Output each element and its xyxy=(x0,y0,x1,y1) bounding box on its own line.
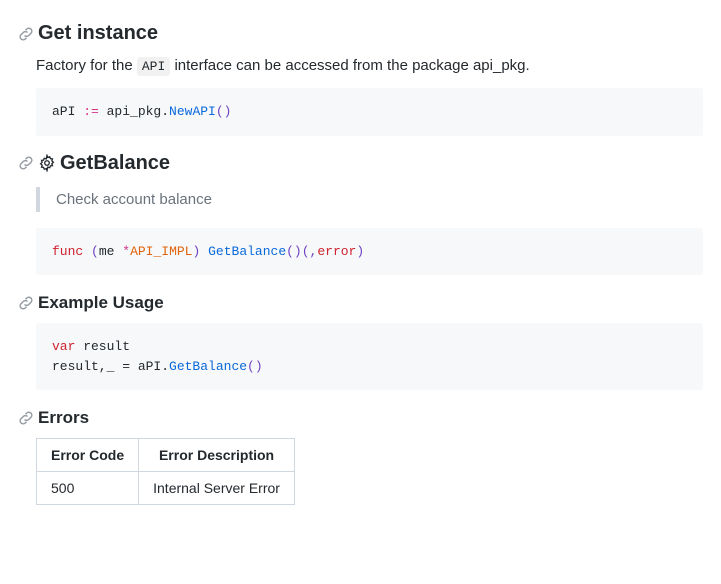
cell-error-desc: Internal Server Error xyxy=(139,472,295,505)
col-error-code: Error Code xyxy=(37,439,139,472)
table-header-row: Error Code Error Description xyxy=(37,439,295,472)
table-row: 500 Internal Server Error xyxy=(37,472,295,505)
section-get-instance-heading: Get instance xyxy=(18,22,703,45)
section-example-usage-heading: Example Usage xyxy=(18,293,703,313)
section-title: Errors xyxy=(38,408,89,428)
section-title: GetBalance xyxy=(60,152,170,175)
code-block-example-usage: var result result,_ = aPI.GetBalance() xyxy=(36,323,703,390)
gear-icon xyxy=(38,154,56,172)
link-icon[interactable] xyxy=(18,295,34,311)
inline-code-api: API xyxy=(137,57,170,76)
errors-table: Error Code Error Description 500 Interna… xyxy=(36,438,295,505)
section-errors-heading: Errors xyxy=(18,408,703,428)
get-instance-description: Factory for the API interface can be acc… xyxy=(36,57,703,74)
section-title: Example Usage xyxy=(38,293,164,313)
col-error-desc: Error Description xyxy=(139,439,295,472)
cell-error-code: 500 xyxy=(37,472,139,505)
link-icon[interactable] xyxy=(18,410,34,426)
code-block-getbalance-sig: func (me *API_IMPL) GetBalance()(,error) xyxy=(36,228,703,276)
link-icon[interactable] xyxy=(18,26,34,42)
getbalance-summary: Check account balance xyxy=(36,187,703,212)
section-getbalance-heading: GetBalance xyxy=(18,152,703,175)
link-icon[interactable] xyxy=(18,155,34,171)
code-block-get-instance: aPI := api_pkg.NewAPI() xyxy=(36,88,703,136)
section-title: Get instance xyxy=(38,22,158,45)
